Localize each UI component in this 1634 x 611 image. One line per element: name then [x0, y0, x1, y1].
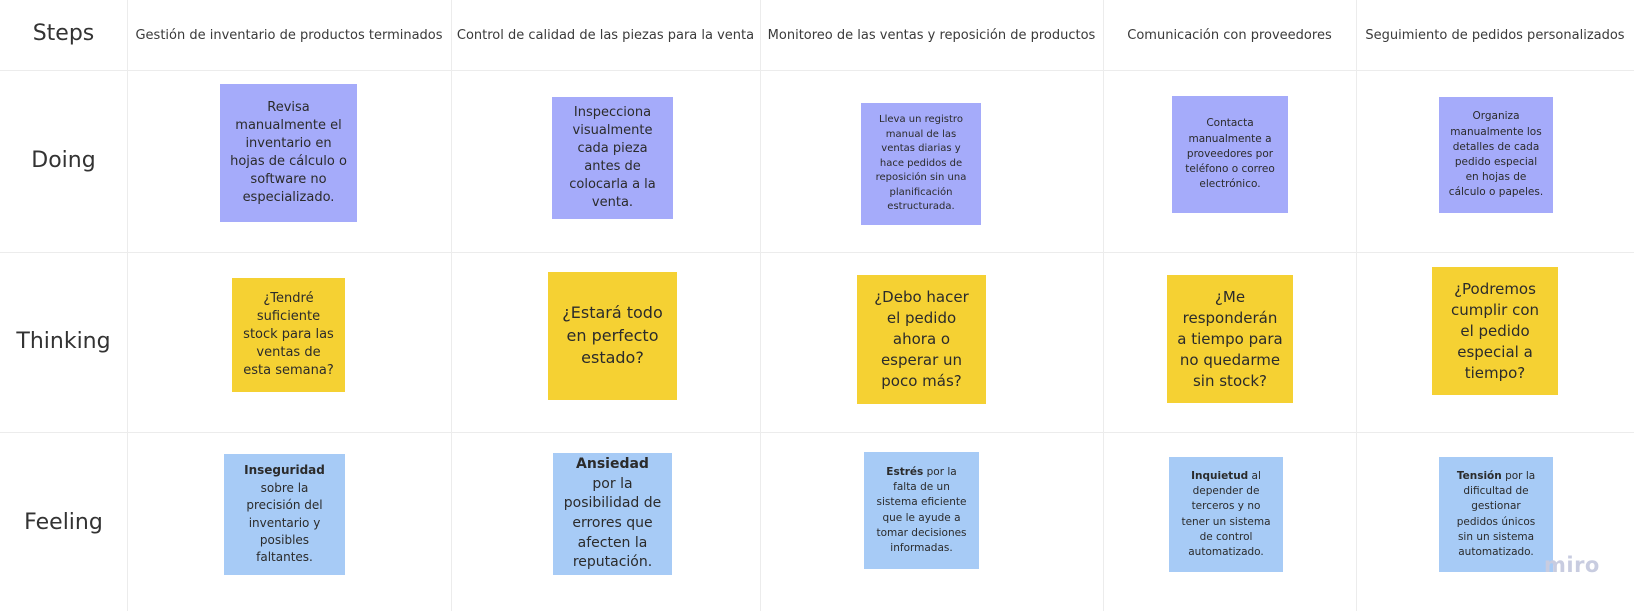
- sticky-note-feeling[interactable]: Inseguridad sobre la precisión del inven…: [224, 454, 348, 584]
- column-header: Comunicación con proveedores: [1127, 27, 1332, 43]
- note-text: ¿Estará todo en perfecto estado?: [562, 303, 663, 368]
- column-header: Gestión de inventario de productos termi…: [135, 27, 443, 43]
- grid-divider: [0, 70, 1634, 71]
- sticky-note-feeling[interactable]: Estrés por la falta de un sistema eficie…: [864, 452, 982, 578]
- feeling-description: sobre la precisión del inventario y posi…: [246, 480, 323, 565]
- note-text: ¿Me responderán a tiempo para no quedarm…: [1177, 287, 1283, 390]
- note-text: ¿Debo hacer el pedido ahora o esperar un…: [874, 288, 969, 390]
- feeling-keyword: Estrés: [886, 465, 924, 478]
- grid-divider: [451, 0, 452, 611]
- note-text: Organiza manualmente los detalles de cad…: [1448, 110, 1544, 199]
- note-text: Estrés por la falta de un sistema eficie…: [874, 465, 969, 556]
- note-text: ¿Tendré suficiente stock para las ventas…: [243, 291, 334, 378]
- grid-divider: [1103, 0, 1104, 611]
- feeling-keyword: Inseguridad: [244, 463, 325, 478]
- note-text: ¿Podremos cumplir con el pedido especial…: [1450, 279, 1540, 382]
- row-label-thinking: Thinking: [16, 329, 111, 354]
- miro-logo: miro: [1544, 553, 1600, 577]
- feeling-keyword: Tensión: [1456, 469, 1502, 482]
- note-text: Contacta manualmente a proveedores por t…: [1185, 117, 1275, 191]
- column-header: Seguimiento de pedidos personalizados: [1365, 27, 1625, 43]
- sticky-note-thinking[interactable]: ¿Podremos cumplir con el pedido especial…: [1432, 267, 1561, 404]
- column-header: Monitoreo de las ventas y reposición de …: [767, 27, 1096, 43]
- sticky-note-doing[interactable]: Contacta manualmente a proveedores por t…: [1172, 96, 1291, 222]
- sticky-note-thinking[interactable]: ¿Me responderán a tiempo para no quedarm…: [1167, 275, 1296, 412]
- sticky-note-feeling[interactable]: Tensión por la dificultad de gestionar p…: [1439, 457, 1556, 581]
- grid-divider: [127, 0, 128, 611]
- note-text: Tensión por la dificultad de gestionar p…: [1449, 469, 1543, 560]
- note-text: Inquietud al depender de terceros y no t…: [1179, 469, 1273, 560]
- row-label-steps: Steps: [32, 21, 95, 46]
- feeling-description: por la dificultad de gestionar pedidos ú…: [1456, 469, 1536, 558]
- feeling-keyword: Ansiedad: [576, 456, 649, 473]
- note-text: Inspecciona visualmente cada pieza antes…: [569, 105, 656, 210]
- note-text: Ansiedad por la posibilidad de errores q…: [563, 455, 662, 573]
- sticky-note-doing[interactable]: Inspecciona visualmente cada pieza antes…: [552, 97, 676, 228]
- column-header: Control de calidad de las piezas para la…: [456, 27, 755, 43]
- feeling-description: por la posibilidad de errores que afecte…: [563, 475, 662, 571]
- sticky-note-feeling[interactable]: Ansiedad por la posibilidad de errores q…: [553, 453, 675, 584]
- feeling-description: al depender de terceros y no tener un si…: [1181, 469, 1271, 558]
- grid-divider: [0, 432, 1634, 433]
- grid-divider: [0, 252, 1634, 253]
- grid-divider: [1356, 0, 1357, 611]
- sticky-note-doing[interactable]: Revisa manualmente el inventario en hoja…: [220, 84, 360, 231]
- note-text: Inseguridad sobre la precisión del inven…: [234, 462, 335, 566]
- note-text: Lleva un registro manual de las ventas d…: [875, 114, 967, 213]
- grid-divider: [760, 0, 761, 611]
- row-label-feeling: Feeling: [24, 510, 103, 535]
- sticky-note-feeling[interactable]: Inquietud al depender de terceros y no t…: [1169, 457, 1286, 581]
- feeling-description: por la falta de un sistema eficiente que…: [876, 465, 967, 554]
- sticky-note-thinking[interactable]: ¿Debo hacer el pedido ahora o esperar un…: [857, 275, 989, 413]
- sticky-note-thinking[interactable]: ¿Estará todo en perfecto estado?: [548, 272, 680, 409]
- journey-map-board: Steps Doing Thinking Feeling Gestión de …: [0, 0, 1634, 611]
- sticky-note-thinking[interactable]: ¿Tendré suficiente stock para las ventas…: [232, 278, 348, 401]
- feeling-keyword: Inquietud: [1191, 469, 1249, 482]
- note-text: Revisa manualmente el inventario en hoja…: [230, 100, 347, 205]
- sticky-note-doing[interactable]: Organiza manualmente los detalles de cad…: [1439, 97, 1556, 222]
- sticky-note-doing[interactable]: Lleva un registro manual de las ventas d…: [861, 103, 984, 234]
- row-label-doing: Doing: [31, 148, 96, 173]
